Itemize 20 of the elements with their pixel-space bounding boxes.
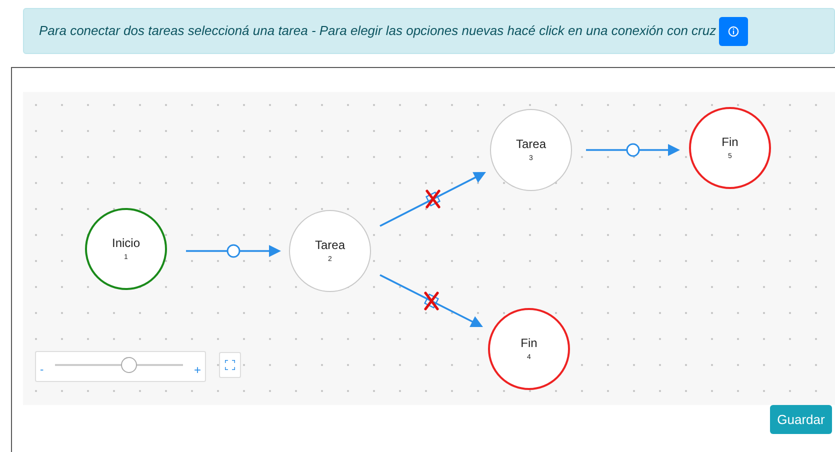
node-label: Fin xyxy=(520,336,538,350)
node-label: Tarea xyxy=(516,137,546,151)
connector-arrow[interactable] xyxy=(380,274,483,327)
node-label: Inicio xyxy=(112,236,140,250)
connection-handle[interactable] xyxy=(626,143,640,157)
info-icon xyxy=(728,26,740,36)
zoom-in-button[interactable]: + xyxy=(194,365,201,375)
node-label: Tarea xyxy=(314,238,346,252)
node-label: Fin xyxy=(722,135,738,149)
slider-thumb[interactable] xyxy=(121,357,138,373)
alert-text: Para conectar dos tareas seleccioná una tarea - Para elegir las opciones nuevas hacé click en una conexión con cruz xyxy=(39,22,716,40)
fullscreen-button[interactable] xyxy=(219,352,241,378)
connector-arrow[interactable] xyxy=(586,144,680,156)
connection-handle[interactable] xyxy=(226,244,240,258)
info-button[interactable] xyxy=(719,16,748,46)
cross-icon[interactable] xyxy=(424,292,440,310)
fullscreen-icon xyxy=(225,360,235,370)
connector-arrow[interactable] xyxy=(380,172,486,227)
cross-icon[interactable] xyxy=(425,190,441,208)
connector-arrow[interactable] xyxy=(186,245,281,257)
